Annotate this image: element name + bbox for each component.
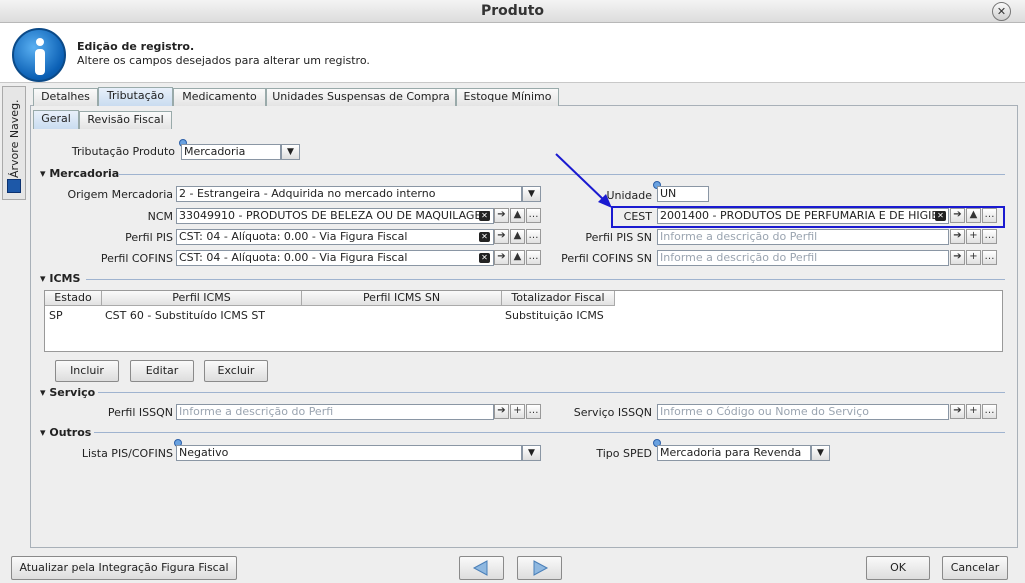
ncm-label: NCM (147, 210, 173, 223)
ok-button[interactable]: OK (866, 556, 930, 580)
excluir-button[interactable]: Excluir (204, 360, 268, 382)
perfil-pis-sn-field[interactable]: Informe a descrição do Perfil (657, 229, 949, 245)
divider (98, 392, 1005, 393)
banner-title: Edição de registro. (77, 40, 195, 53)
arrow-up-icon[interactable]: ▲ (510, 208, 525, 223)
next-button[interactable] (517, 556, 562, 580)
perfil-pis-label: Perfil PIS (125, 231, 173, 244)
origem-select[interactable]: 2 - Estrangeira - Adquirida no mercado i… (176, 186, 522, 202)
origem-label: Origem Mercadoria (67, 188, 173, 201)
clear-icon[interactable]: ✕ (479, 211, 490, 221)
plus-icon[interactable]: + (966, 229, 981, 244)
chevron-down-icon[interactable]: ▼ (281, 144, 300, 160)
tab-unidades-suspensas[interactable]: Unidades Suspensas de Compra (266, 88, 456, 106)
more-icon[interactable]: … (526, 208, 541, 223)
lista-pis-select[interactable]: Negativo (176, 445, 522, 461)
tab-tributacao[interactable]: Tributação (98, 87, 173, 106)
arrow-right-icon[interactable]: ➔ (494, 250, 509, 265)
tributacao-label: Tributação Produto (71, 145, 175, 158)
arrow-right-icon[interactable]: ➔ (950, 404, 965, 419)
info-icon (12, 28, 66, 82)
tab-estoque-minimo[interactable]: Estoque Mínimo (456, 88, 559, 106)
close-icon[interactable]: ✕ (992, 2, 1011, 21)
info-banner (0, 23, 1025, 83)
column-header[interactable]: Perfil ICMS SN (302, 291, 502, 306)
tipo-sped-select[interactable]: Mercadoria para Revenda (657, 445, 811, 461)
servico-issqn-field[interactable]: Informe o Código ou Nome do Serviço (657, 404, 949, 420)
tree-icon (7, 179, 21, 193)
perfil-pis-field[interactable]: CST: 04 - Alíquota: 0.00 - Via Figura Fi… (176, 229, 494, 245)
more-icon[interactable]: … (982, 250, 997, 265)
incluir-button[interactable]: Incluir (55, 360, 119, 382)
servico-issqn-label: Serviço ISSQN (573, 406, 652, 419)
banner-text: Altere os campos desejados para alterar … (77, 54, 370, 67)
subtab-geral[interactable]: Geral (33, 110, 79, 129)
icms-table[interactable]: Estado Perfil ICMS Perfil ICMS SN Totali… (44, 290, 1003, 352)
section-icms[interactable]: ▾ ICMS (40, 272, 80, 285)
perfil-cofins-sn-label: Perfil COFINS SN (561, 252, 652, 265)
perfil-cofins-sn-field[interactable]: Informe a descrição do Perfil (657, 250, 949, 266)
divider (94, 432, 1005, 433)
plus-icon[interactable]: + (966, 250, 981, 265)
column-header[interactable]: Estado (45, 291, 102, 306)
plus-icon[interactable]: + (510, 404, 525, 419)
previous-button[interactable] (459, 556, 504, 580)
divider (86, 279, 1005, 280)
table-cell[interactable]: CST 60 - Substituído ICMS ST (105, 309, 265, 322)
table-cell[interactable]: SP (49, 309, 63, 322)
more-icon[interactable]: … (982, 404, 997, 419)
cancelar-button[interactable]: Cancelar (942, 556, 1008, 580)
editar-button[interactable]: Editar (130, 360, 194, 382)
perfil-issqn-label: Perfil ISSQN (107, 406, 173, 419)
more-icon[interactable]: … (526, 229, 541, 244)
arrow-up-icon[interactable]: ▲ (510, 229, 525, 244)
perfil-cofins-field[interactable]: CST: 04 - Alíquota: 0.00 - Via Figura Fi… (176, 250, 494, 266)
clear-icon[interactable]: ✕ (479, 253, 490, 263)
section-icms-label: ICMS (49, 272, 81, 285)
more-icon[interactable]: … (526, 250, 541, 265)
arrow-right-icon[interactable]: ➔ (494, 229, 509, 244)
perfil-issqn-field[interactable]: Informe a descrição do Perfi (176, 404, 494, 420)
chevron-down-icon[interactable]: ▼ (522, 186, 541, 202)
table-cell[interactable]: Substituição ICMS (505, 309, 604, 322)
arrow-right-icon[interactable]: ➔ (950, 250, 965, 265)
annotation-highlight-box (611, 206, 1005, 228)
atualizar-integracao-button[interactable]: Atualizar pela Integração Figura Fiscal (11, 556, 237, 580)
annotation-arrow-icon (555, 153, 612, 208)
side-tab-label: Árvore Naveg. (8, 99, 21, 178)
section-outros[interactable]: ▾ Outros (40, 426, 91, 439)
clear-icon[interactable]: ✕ (479, 232, 490, 242)
column-header[interactable]: Perfil ICMS (102, 291, 302, 306)
perfil-cofins-label: Perfil COFINS (100, 252, 173, 265)
arrow-up-icon[interactable]: ▲ (510, 250, 525, 265)
section-mercadoria[interactable]: ▾ Mercadoria (40, 167, 119, 180)
window-title: Produto (480, 3, 545, 19)
perfil-pis-sn-label: Perfil PIS SN (585, 231, 652, 244)
subtab-revisao-fiscal[interactable]: Revisão Fiscal (79, 111, 172, 129)
unidade-field[interactable]: UN (657, 186, 709, 202)
arrow-right-icon (533, 560, 549, 576)
section-outros-label: Outros (49, 426, 92, 439)
arrow-right-icon[interactable]: ➔ (494, 208, 509, 223)
arrow-right-icon[interactable]: ➔ (950, 229, 965, 244)
arrow-left-icon (472, 560, 488, 576)
tab-medicamento[interactable]: Medicamento (173, 88, 266, 106)
ncm-field[interactable]: 33049910 - PRODUTOS DE BELEZA OU DE MAQU… (176, 208, 494, 224)
section-mercadoria-label: Mercadoria (49, 167, 120, 180)
arrow-right-icon[interactable]: ➔ (494, 404, 509, 419)
lista-pis-label: Lista PIS/COFINS (81, 447, 173, 460)
section-servico[interactable]: ▾ Serviço (40, 386, 95, 399)
chevron-down-icon[interactable]: ▼ (811, 445, 830, 461)
section-servico-label: Serviço (49, 386, 96, 399)
chevron-down-icon[interactable]: ▼ (522, 445, 541, 461)
column-header[interactable]: Totalizador Fiscal (502, 291, 615, 306)
plus-icon[interactable]: + (966, 404, 981, 419)
tipo-sped-label: Tipo SPED (596, 447, 652, 460)
tab-detalhes[interactable]: Detalhes (33, 88, 98, 106)
more-icon[interactable]: … (526, 404, 541, 419)
tributacao-select[interactable]: Mercadoria (181, 144, 281, 160)
more-icon[interactable]: … (982, 229, 997, 244)
